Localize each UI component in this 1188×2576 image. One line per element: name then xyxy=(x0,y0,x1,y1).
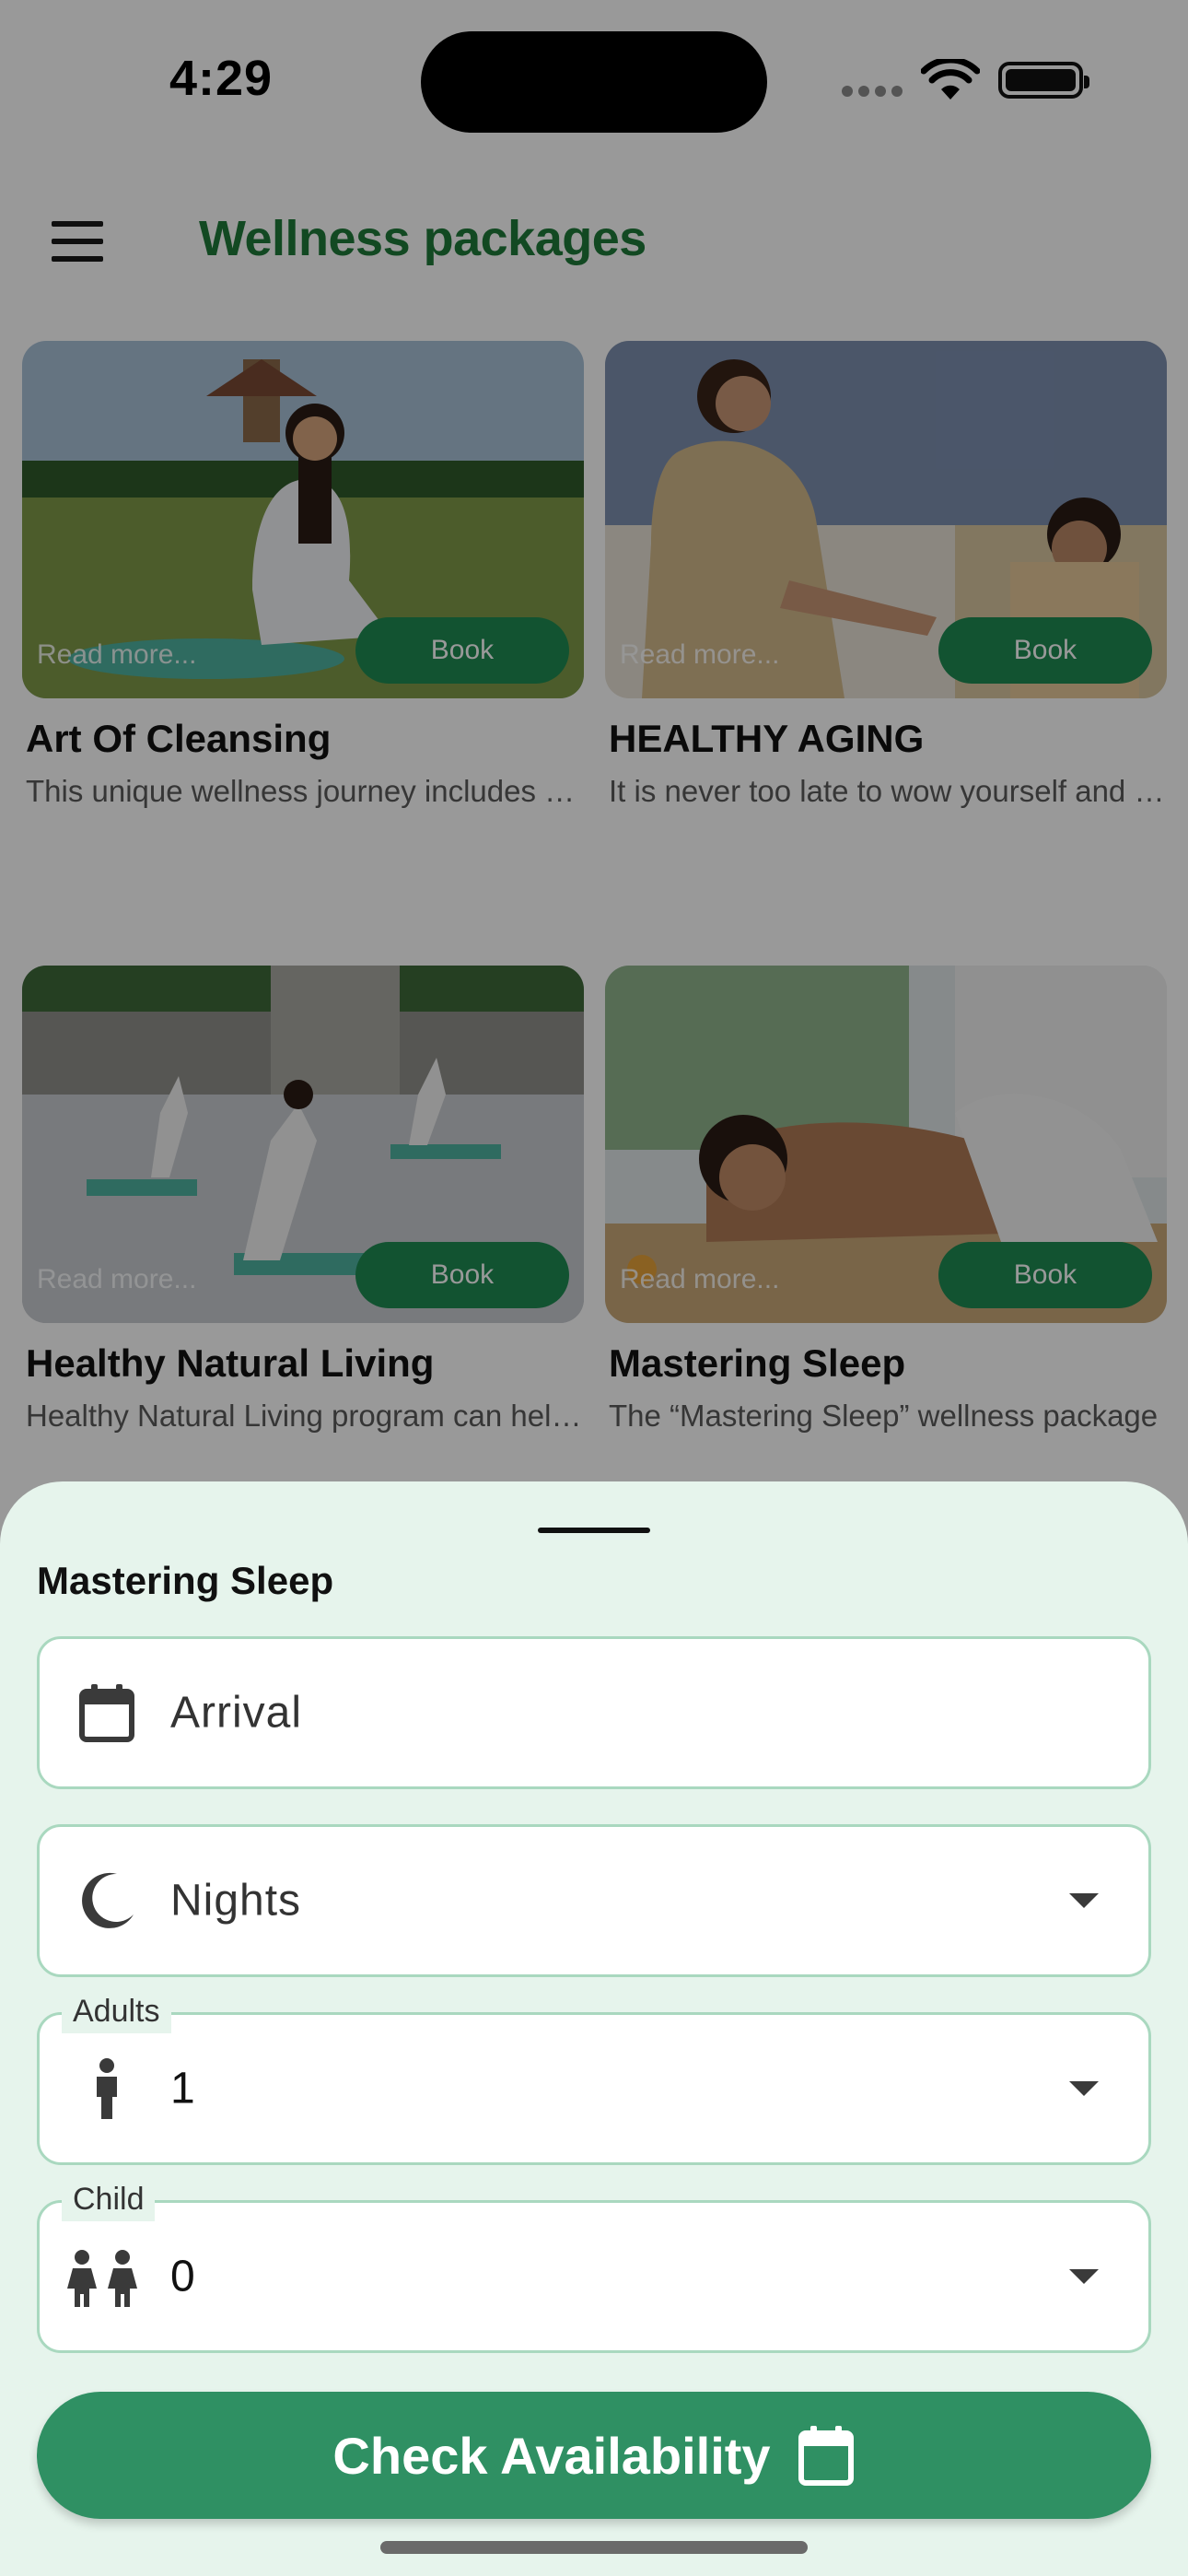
arrival-date-field[interactable]: Arrival xyxy=(37,1636,1151,1789)
adult-person-icon xyxy=(75,2056,139,2121)
adults-select[interactable]: Adults 1 xyxy=(37,1989,1151,2165)
nights-placeholder: Nights xyxy=(170,1876,302,1926)
adults-value: 1 xyxy=(170,2064,196,2113)
dropdown-arrow-icon xyxy=(1069,2081,1099,2096)
adults-label: Adults xyxy=(62,1989,171,2035)
sheet-title: Mastering Sleep xyxy=(37,1559,334,1602)
child-label: Child xyxy=(62,2177,156,2223)
booking-bottom-sheet: Mastering Sleep Arrival Nights Adults 1 … xyxy=(0,1481,1188,2576)
calendar-icon xyxy=(797,2424,856,2487)
home-indicator[interactable] xyxy=(380,2541,808,2554)
child-select[interactable]: Child 0 xyxy=(37,2177,1151,2353)
check-availability-button[interactable]: Check Availability xyxy=(37,2392,1151,2519)
sheet-drag-handle[interactable] xyxy=(538,1528,650,1533)
child-value: 0 xyxy=(170,2252,196,2301)
check-availability-label: Check Availability xyxy=(332,2426,771,2485)
calendar-icon xyxy=(75,1680,139,1745)
moon-icon xyxy=(75,1868,139,1933)
nights-select[interactable]: Nights xyxy=(37,1824,1151,1977)
arrival-placeholder: Arrival xyxy=(170,1688,303,1738)
children-icon xyxy=(62,2244,145,2309)
dropdown-arrow-icon xyxy=(1069,1893,1099,1908)
dropdown-arrow-icon xyxy=(1069,2269,1099,2284)
